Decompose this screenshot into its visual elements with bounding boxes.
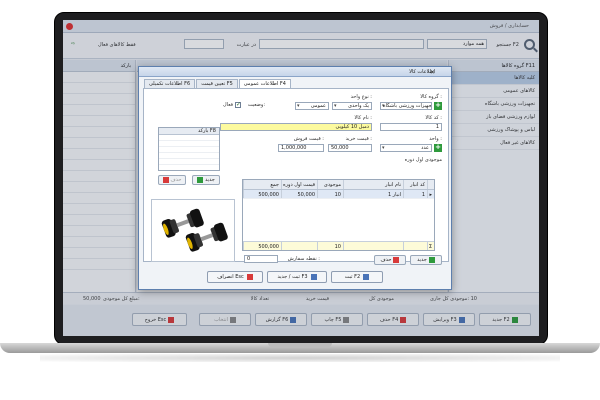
- order-point-label: نقطه سفارش :: [287, 256, 320, 262]
- barcode-new-button[interactable]: جدید: [192, 175, 220, 185]
- warehouse-table-footer: 500,000 10 Σ: [243, 241, 434, 250]
- name-field[interactable]: دمبل 10 کیلویی: [220, 123, 372, 131]
- cell-warehouse-name: انبار 1: [343, 190, 403, 198]
- code-field[interactable]: 1: [380, 123, 442, 131]
- dumbbell-image: [161, 208, 228, 252]
- save-button-label: ثبت F2: [344, 274, 361, 280]
- delete-icon: [162, 177, 169, 183]
- unit-type-select[interactable]: عمومی: [295, 102, 329, 110]
- dialog-actions: ثبت F2 ثبت / جدید F3 انصراف Esc: [139, 265, 453, 289]
- footer-empty-price: [281, 242, 317, 250]
- opening-stock-label: موجودی اول دوره: [404, 157, 442, 163]
- dialog-titlebar: اطلاعات کالا ✕: [139, 67, 451, 77]
- status-label: وضعیت:: [247, 102, 265, 108]
- barcode-new-label: جدید: [205, 177, 215, 183]
- save-button[interactable]: ثبت F2: [331, 271, 383, 283]
- save-new-button[interactable]: ثبت / جدید F3: [267, 271, 327, 283]
- save-new-button-label: ثبت / جدید F3: [277, 274, 308, 280]
- barcode-grid[interactable]: بارکد F8: [158, 127, 220, 171]
- tab-general-body: گروه کالا : + تجهیزات ورزشی باشگاه نوع و…: [143, 88, 449, 265]
- code-label: کد کالا :: [425, 115, 442, 121]
- sale-price-label: قیمت فروش :: [293, 136, 324, 142]
- cancel-button-label: انصراف Esc: [217, 274, 244, 280]
- col-warehouse-code: کد انبار: [403, 180, 427, 189]
- active-checkbox[interactable]: [235, 101, 241, 108]
- group-label: گروه کالا :: [420, 94, 442, 100]
- cancel-button[interactable]: انصراف Esc: [207, 271, 263, 283]
- warehouse-new-button[interactable]: جدید: [410, 255, 442, 265]
- active-label: فعال: [223, 102, 233, 108]
- row-indicator-icon: ▸: [427, 190, 434, 198]
- add-icon: [428, 257, 435, 263]
- footer-total: 500,000: [243, 242, 281, 250]
- unit-label: واحد :: [429, 136, 442, 142]
- footer-sigma-icon: Σ: [427, 242, 432, 250]
- barcode-grid-header: بارکد F8: [159, 128, 219, 135]
- col-qty: موجودی: [317, 180, 343, 189]
- save-new-icon: [310, 274, 317, 280]
- footer-qty: 10: [317, 242, 343, 250]
- footer-empty-name: [343, 242, 403, 250]
- unit-select[interactable]: عدد: [380, 144, 432, 152]
- laptop-shadow: [40, 354, 560, 362]
- tab-general[interactable]: اطلاعات عمومی F4: [238, 79, 291, 88]
- laptop-notch: [268, 343, 332, 347]
- cell-warehouse-code: 1: [403, 190, 427, 198]
- product-image[interactable]: [151, 199, 235, 262]
- warehouse-delete-button[interactable]: حذف: [374, 255, 406, 265]
- footer-empty-code: [403, 242, 427, 250]
- warehouse-delete-label: حذف: [380, 257, 392, 263]
- save-icon: [363, 274, 370, 280]
- tab-extra[interactable]: اطلاعات تکمیلی F6: [144, 79, 196, 88]
- buy-price-label: قیمت خرید :: [345, 136, 372, 142]
- barcode-delete-label: حذف: [170, 177, 182, 183]
- unit-count-select[interactable]: یک واحدی: [332, 102, 372, 110]
- close-icon[interactable]: ✕: [430, 69, 435, 76]
- table-row[interactable]: 500,000 50,000 10 انبار 1 1 ▸: [243, 190, 434, 199]
- app-screen: حسابداری / فروش جستجو F2 همه موارد در عب…: [63, 20, 539, 336]
- cell-opening-price: 50,000: [281, 190, 317, 198]
- buy-price-field[interactable]: 50,000: [328, 144, 372, 152]
- name-label: نام کالا :: [354, 115, 372, 121]
- col-indicator: [427, 180, 434, 189]
- item-info-dialog: اطلاعات کالا ✕ اطلاعات عمومی F4 تعیین قی…: [138, 66, 452, 290]
- cancel-icon: [246, 274, 253, 280]
- col-warehouse-name: نام انبار: [343, 180, 403, 189]
- warehouse-table-header: جمع قیمت اول دوره موجودی نام انبار کد ان…: [243, 180, 434, 190]
- add-group-icon[interactable]: +: [434, 102, 442, 110]
- col-opening-price: قیمت اول دوره: [281, 180, 315, 189]
- warehouse-stock-table[interactable]: جمع قیمت اول دوره موجودی نام انبار کد ان…: [242, 179, 435, 251]
- group-select[interactable]: تجهیزات ورزشی باشگاه: [380, 102, 432, 110]
- tab-pricing[interactable]: تعیین قیمت F5: [196, 79, 238, 88]
- cell-total: 500,000: [243, 190, 281, 198]
- delete-icon: [393, 257, 400, 263]
- unit-type-label: نوع واحد :: [350, 94, 372, 100]
- warehouse-new-label: جدید: [417, 257, 427, 263]
- dialog-tabs: اطلاعات عمومی F4 تعیین قیمت F5 اطلاعات ت…: [143, 79, 291, 88]
- add-icon: [197, 177, 204, 183]
- order-point-field[interactable]: 0: [244, 255, 278, 263]
- cell-qty: 10: [317, 190, 343, 198]
- barcode-delete-button[interactable]: حذف: [158, 175, 186, 185]
- sale-price-field[interactable]: 1,000,000: [278, 144, 324, 152]
- col-total: جمع: [243, 180, 281, 189]
- add-unit-icon[interactable]: +: [434, 144, 442, 152]
